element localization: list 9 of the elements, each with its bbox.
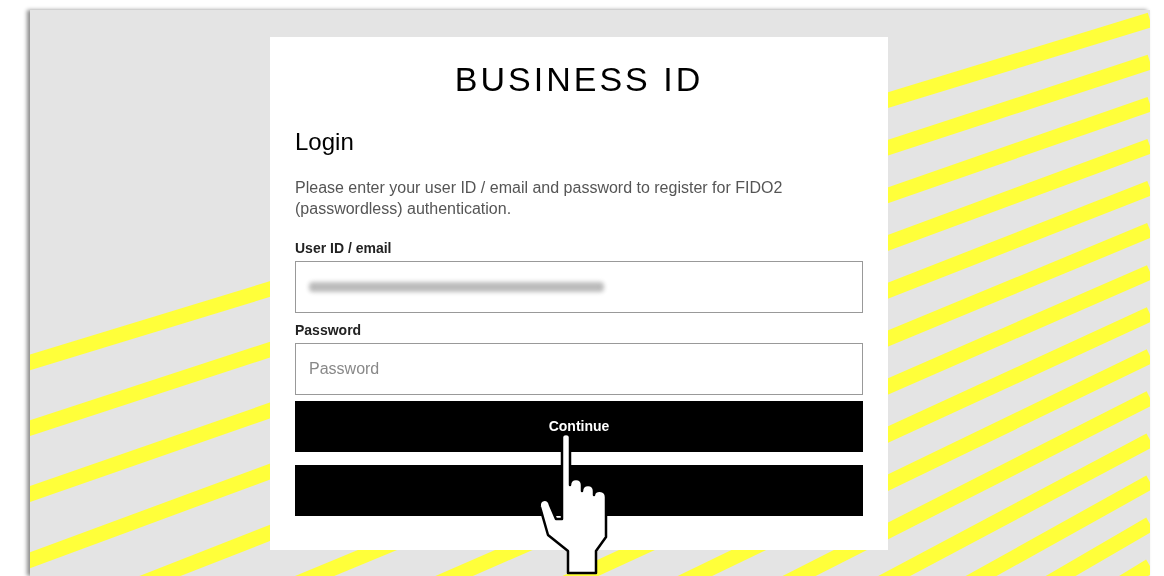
intro-text: Please enter your user ID / email and password to register for FIDO2 (passwordless) authentication.: [295, 178, 784, 219]
continue-button[interactable]: Continue: [295, 401, 863, 452]
field-label: User ID / email: [295, 239, 393, 257]
input-field[interactable]: [295, 261, 863, 313]
action-button[interactable]: [295, 465, 863, 516]
brand-title: BUSINESS ID: [453, 59, 705, 99]
field-label: Password: [295, 321, 363, 339]
login-heading: Login: [295, 127, 355, 157]
input-field[interactable]: Password: [295, 343, 863, 395]
